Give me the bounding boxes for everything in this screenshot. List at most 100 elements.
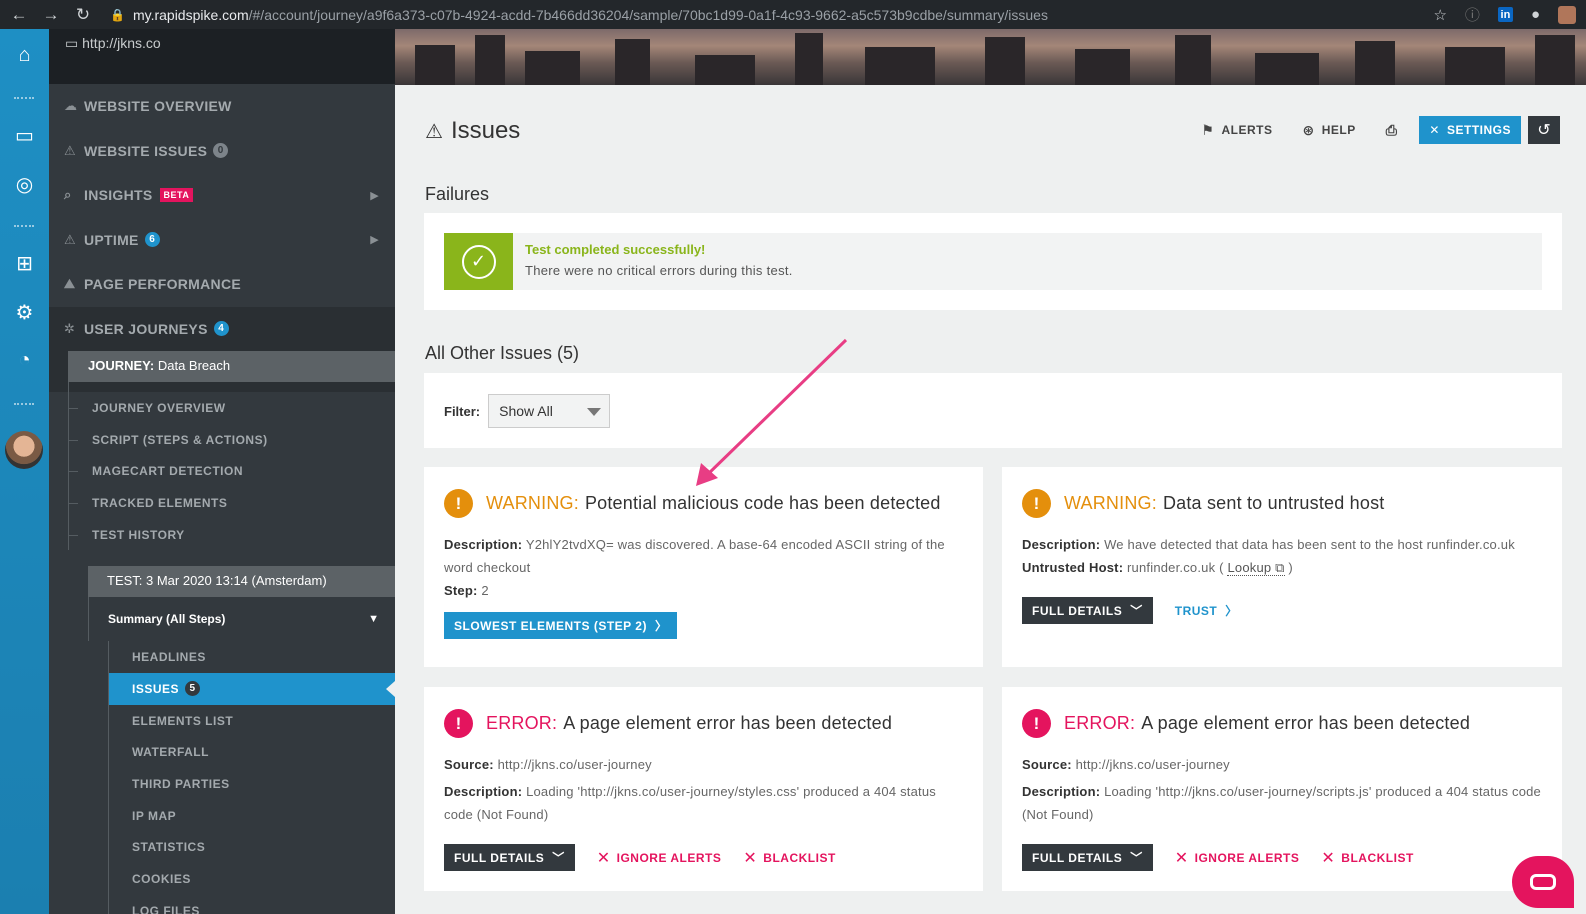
alerts-button[interactable]: ⚑ ALERTS — [1201, 122, 1272, 139]
issue-step: Step: 2 — [444, 579, 963, 602]
warning-icon: ⚠ — [425, 120, 443, 143]
success-text: There were no critical errors during thi… — [525, 263, 793, 278]
failures-card: ✓ Test completed successfully! There wer… — [424, 213, 1562, 310]
sidebar-item-log-files[interactable]: LOG FILES — [109, 895, 395, 914]
sidebar-item-test-history[interactable]: TEST HISTORY — [69, 519, 395, 551]
header-toolbar: ⚑ ALERTS ⊛ HELP ⎙ ✕ SETTINGS ↺ — [1201, 116, 1560, 144]
home-icon[interactable]: ⌂ — [0, 44, 49, 67]
full-details-button[interactable]: FULL DETAILS ﹀ — [1022, 597, 1153, 624]
sidebar-item-issues[interactable]: ISSUES 5 — [109, 673, 395, 705]
button-label: SLOWEST ELEMENTS (STEP 2) — [454, 618, 647, 633]
rail-divider — [14, 97, 34, 101]
sidebar-item-uptime[interactable]: ⚠ UPTIME 6 ▶ — [49, 218, 395, 263]
sidebar-item-page-performance[interactable]: ⛰ PAGE PERFORMANCE — [49, 262, 395, 307]
other-issues-heading: All Other Issues (5) — [425, 343, 580, 363]
linkedin-icon[interactable]: in — [1497, 7, 1513, 22]
journey-prefix: JOURNEY: — [88, 358, 155, 373]
sidebar-item-label: WEBSITE OVERVIEW — [84, 98, 232, 115]
monitor-small-icon: ▭ — [65, 35, 83, 51]
full-details-button[interactable]: FULL DETAILS ﹀ — [444, 844, 575, 871]
lookup-link[interactable]: Lookup ⧉ — [1227, 560, 1285, 576]
ignore-alerts-link[interactable]: ✕ IGNORE ALERTS — [597, 848, 722, 868]
banner-building — [1355, 41, 1395, 85]
banner-building — [1175, 35, 1211, 85]
sidebar-item-website-issues[interactable]: ⚠ WEBSITE ISSUES 0 — [49, 129, 395, 174]
field-value: http://jkns.co/user-journey — [1075, 757, 1230, 772]
refresh-icon: ↺ — [1537, 122, 1551, 139]
blacklist-link[interactable]: ✕ BLACKLIST — [743, 848, 835, 868]
bookmark-star-icon[interactable]: ☆ — [1433, 6, 1446, 24]
chevron-down-icon: ﹀ — [1130, 604, 1143, 618]
sidebar-item-magecart[interactable]: MAGECART DETECTION — [69, 455, 395, 487]
user-avatar[interactable] — [5, 431, 43, 469]
issue-source: Source: http://jkns.co/user-journey — [444, 753, 963, 776]
link-label: TRUST — [1174, 603, 1218, 618]
pie-chart-icon[interactable]: ◔ — [0, 349, 49, 372]
journey-header[interactable]: JOURNEY: Data Breach — [68, 351, 395, 382]
field-label: Description: — [1022, 537, 1101, 552]
ignore-alerts-link[interactable]: ✕ IGNORE ALERTS — [1175, 848, 1300, 868]
sidebar-item-insights[interactable]: ⌕ INSIGHTS BETA ▶ — [49, 173, 395, 218]
print-button[interactable]: ⎙ — [1386, 122, 1398, 139]
chevron-down-icon: ﹀ — [552, 851, 565, 865]
chat-icon — [1530, 874, 1556, 890]
summary-toggle[interactable]: Summary (All Steps) ▼ — [88, 597, 395, 642]
alerts-label: ALERTS — [1221, 123, 1273, 137]
full-details-button[interactable]: FULL DETAILS ﹀ — [1022, 844, 1153, 871]
sidebar-item-cookies[interactable]: COOKIES — [109, 863, 395, 895]
field-label: Source: — [444, 757, 494, 772]
dropdown-arrow-icon — [587, 408, 602, 416]
area-chart-icon: ⛰ — [64, 276, 76, 292]
warning-icon: ⚠ — [64, 142, 76, 158]
sidebar-item-elements-list[interactable]: ELEMENTS LIST — [109, 705, 395, 737]
back-icon[interactable]: ← — [6, 5, 32, 25]
issue-title: Potential malicious code has been detect… — [584, 493, 941, 513]
globe-icon[interactable]: ◎ — [0, 172, 49, 197]
chat-button[interactable] — [1512, 856, 1574, 908]
sidebar-item-label: THIRD PARTIES — [132, 777, 230, 792]
sidebar-item-waterfall[interactable]: WATERFALL — [109, 737, 395, 769]
filter-select[interactable]: Show All — [488, 394, 611, 428]
forward-icon[interactable]: → — [38, 5, 64, 25]
filter-value: Show All — [499, 403, 553, 419]
sidebar-item-ip-map[interactable]: IP MAP — [109, 800, 395, 832]
help-button[interactable]: ⊛ HELP — [1302, 122, 1355, 139]
sidebar-item-script[interactable]: SCRIPT (STEPS & ACTIONS) — [69, 424, 395, 456]
extension-icon[interactable]: ● — [1531, 6, 1540, 23]
profile-avatar[interactable] — [1558, 5, 1576, 24]
test-header[interactable]: TEST: 3 Mar 2020 13:14 (Amsterdam) — [88, 566, 395, 598]
summary-submenu: HEADLINES ISSUES 5 ELEMENTS LIST WATERFAL… — [108, 641, 395, 914]
url-host: my.rapidspike.com — [132, 6, 249, 23]
sidebar-item-tracked-elements[interactable]: TRACKED ELEMENTS — [69, 487, 395, 519]
banner-building — [985, 37, 1025, 85]
sidebar-item-headlines[interactable]: HEADLINES — [109, 641, 395, 673]
info-icon[interactable]: ⓘ — [1465, 4, 1480, 25]
sidebar-item-third-parties[interactable]: THIRD PARTIES — [109, 768, 395, 800]
slowest-elements-button[interactable]: SLOWEST ELEMENTS (STEP 2) 〉 — [444, 612, 678, 639]
success-title: Test completed successfully! — [525, 242, 706, 257]
issue-card: ! WARNING: Data sent to untrusted host Des… — [1002, 467, 1562, 667]
blacklist-link[interactable]: ✕ BLACKLIST — [1321, 848, 1413, 868]
add-journey-icon[interactable]: ⊞ — [0, 251, 49, 276]
trust-link[interactable]: TRUST 〉 — [1175, 602, 1238, 619]
error-circle-icon: ! — [444, 709, 473, 738]
reload-icon[interactable]: ↻ — [70, 5, 96, 25]
refresh-button[interactable]: ↺ — [1528, 116, 1560, 144]
sidebar-item-statistics[interactable]: STATISTICS — [109, 832, 395, 864]
browser-toolbar: ← → ↻ 🔒 my.rapidspike.com/#/account/jour… — [0, 0, 1586, 29]
sidebar-item-user-journeys[interactable]: ✲ USER JOURNEYS 4 — [49, 306, 395, 351]
settings-button[interactable]: ✕ SETTINGS — [1419, 116, 1521, 144]
monitor-icon[interactable]: ▭ — [0, 123, 49, 148]
sidebar-item-label: WATERFALL — [132, 745, 209, 760]
gear-icon[interactable]: ⚙ — [0, 300, 49, 325]
count-badge: 5 — [185, 681, 201, 697]
sidebar-item-label: WEBSITE ISSUES — [84, 142, 208, 159]
button-label: FULL DETAILS — [454, 850, 545, 865]
address-bar[interactable]: my.rapidspike.com/#/account/journey/a9f6… — [133, 7, 1048, 23]
sidebar-item-journey-overview[interactable]: JOURNEY OVERVIEW — [69, 392, 395, 424]
banner-building — [1535, 35, 1575, 85]
sidebar-item-website-overview[interactable]: ☁ WEBSITE OVERVIEW — [49, 84, 395, 129]
url-path: /#/account/journey/a9f6a373-c07b-4924-ac… — [248, 6, 1048, 23]
beta-tag: BETA — [159, 188, 194, 203]
check-icon-box: ✓ — [444, 233, 513, 290]
